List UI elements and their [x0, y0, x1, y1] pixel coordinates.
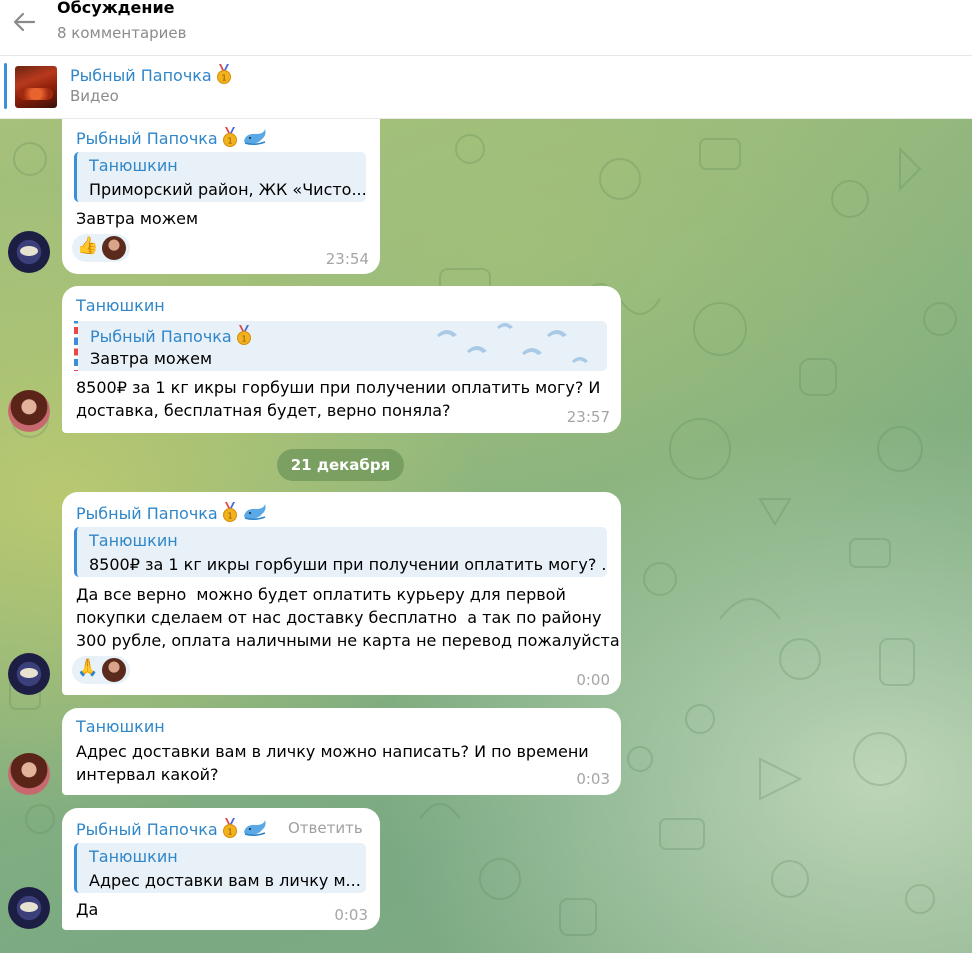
- message-text: Да: [76, 900, 99, 919]
- reply-button[interactable]: Ответить: [288, 819, 363, 837]
- quote-author: Танюшкин: [89, 531, 178, 550]
- quote-author: Танюшкин: [89, 847, 178, 866]
- quote-text: 8500₽ за 1 кг икры горбуши при получении…: [89, 555, 607, 574]
- date-separator: 21 декабря: [277, 449, 404, 481]
- gold-medal-icon: 1: [215, 64, 233, 88]
- pinned-post[interactable]: Рыбный Папочка 1 Видео: [0, 57, 972, 119]
- message-sender[interactable]: Танюшкин: [76, 717, 165, 736]
- chat-area[interactable]: Рыбный Папочка 1 Танюшкин Приморский райо…: [0, 119, 972, 953]
- pinned-accent-bar: [4, 63, 7, 109]
- message-bubble[interactable]: Танюшкин Адрес доставки вам в личку можн…: [62, 708, 621, 795]
- discussion-header: Обсуждение 8 комментариев: [0, 0, 972, 56]
- message-time: 23:54: [325, 250, 369, 268]
- svg-text:1: 1: [221, 74, 226, 83]
- page-title: Обсуждение: [57, 0, 175, 17]
- gold-medal-icon: 1: [221, 818, 239, 842]
- message-bubble[interactable]: Рыбный Папочка 1 Ответить Танюшкин Адрес …: [62, 808, 380, 930]
- dolphin-pattern-icon: [437, 323, 588, 363]
- gold-medal-icon: 1: [221, 127, 239, 151]
- message-text: 8500₽ за 1 кг икры горбуши при получении…: [76, 378, 601, 420]
- message-bubble[interactable]: Танюшкин Рыбный Папочка 1 Завтра можем 85…: [62, 286, 621, 433]
- svg-text:1: 1: [227, 828, 232, 837]
- whale-icon: [242, 818, 268, 842]
- quote-author: Танюшкин: [89, 156, 178, 175]
- avatar[interactable]: [8, 753, 50, 795]
- message-text: Завтра можем: [76, 209, 199, 228]
- pinned-post-type: Видео: [70, 87, 119, 105]
- reply-quote[interactable]: Танюшкин Адрес доставки вам в личку м...: [74, 843, 366, 893]
- video-thumbnail: [15, 66, 57, 108]
- avatar[interactable]: [8, 390, 50, 432]
- quote-text: Завтра можем: [90, 349, 213, 368]
- message-time: 0:03: [576, 770, 610, 788]
- gold-medal-icon: 1: [221, 502, 239, 526]
- folded-hands-icon: 🙏: [77, 658, 99, 678]
- reply-quote[interactable]: Танюшкин 8500₽ за 1 кг икры горбуши при …: [74, 527, 607, 577]
- comment-count: 8 комментариев: [57, 24, 187, 42]
- reaction-chip[interactable]: 👍: [72, 234, 130, 262]
- message-sender[interactable]: Рыбный Папочка 1: [76, 818, 268, 842]
- message-time: 0:00: [576, 671, 610, 689]
- message-bubble[interactable]: Рыбный Папочка 1 Танюшкин 8500₽ за 1 кг и…: [62, 492, 621, 695]
- quote-text: Приморский район, ЖК «Чисто...: [89, 180, 366, 199]
- reaction-user-avatar: [102, 658, 126, 682]
- svg-text:1: 1: [227, 137, 232, 146]
- message-text: Да все верно можно будет оплатить курьер…: [76, 585, 620, 650]
- quote-text: Адрес доставки вам в личку м...: [89, 871, 361, 890]
- reply-quote[interactable]: Рыбный Папочка 1 Завтра можем: [74, 321, 607, 371]
- thumbs-up-icon: 👍: [77, 236, 99, 256]
- reaction-user-avatar: [102, 236, 126, 260]
- whale-icon: [242, 127, 268, 151]
- message-bubble[interactable]: Рыбный Папочка 1 Танюшкин Приморский райо…: [62, 119, 380, 274]
- svg-text:1: 1: [227, 512, 232, 521]
- back-arrow-icon[interactable]: [8, 6, 40, 38]
- reply-quote[interactable]: Танюшкин Приморский район, ЖК «Чисто...: [74, 152, 366, 202]
- quote-author: Рыбный Папочка 1: [90, 325, 253, 349]
- whale-icon: [242, 502, 268, 526]
- reaction-chip[interactable]: 🙏: [72, 656, 130, 684]
- message-sender[interactable]: Танюшкин: [76, 296, 165, 315]
- avatar[interactable]: [8, 653, 50, 695]
- message-sender[interactable]: Рыбный Папочка 1: [76, 127, 268, 151]
- avatar[interactable]: [8, 887, 50, 929]
- message-text: Адрес доставки вам в личку можно написат…: [76, 742, 589, 784]
- avatar[interactable]: [8, 231, 50, 273]
- gold-medal-icon: 1: [235, 325, 253, 349]
- message-time: 0:03: [334, 906, 368, 924]
- svg-text:1: 1: [241, 335, 246, 344]
- message-sender[interactable]: Рыбный Папочка 1: [76, 502, 268, 526]
- message-time: 23:57: [566, 408, 610, 426]
- pinned-channel-name: Рыбный Папочка 1: [70, 64, 233, 88]
